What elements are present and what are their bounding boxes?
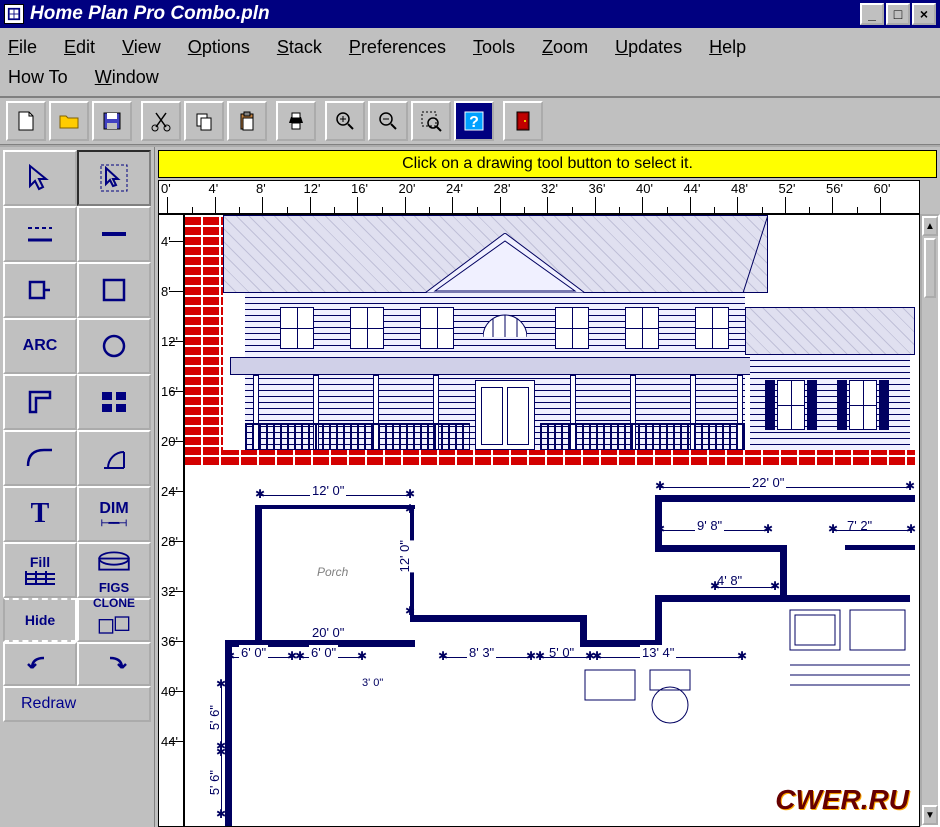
- zoom-in-button[interactable]: [325, 101, 365, 141]
- fill-tool[interactable]: Fill: [3, 542, 77, 598]
- menu-help[interactable]: Help: [709, 32, 746, 62]
- dim-6-0b: 6' 0": [309, 645, 338, 660]
- help-button[interactable]: ?: [454, 101, 494, 141]
- scroll-thumb[interactable]: [924, 238, 936, 298]
- app-icon: [4, 4, 24, 24]
- dim-8-3: 8' 3": [467, 645, 496, 660]
- hint-bar: Click on a drawing tool button to select…: [158, 150, 937, 178]
- svg-text:?: ?: [469, 114, 479, 131]
- menu-updates[interactable]: Updates: [615, 32, 682, 62]
- menu-view[interactable]: View: [122, 32, 161, 62]
- open-button[interactable]: [49, 101, 89, 141]
- menu-file[interactable]: File: [8, 32, 37, 62]
- figures-tool[interactable]: FIGS: [77, 542, 151, 598]
- menu-stack[interactable]: Stack: [277, 32, 322, 62]
- dim-label: DIM: [99, 500, 128, 518]
- canvas-area: Click on a drawing tool button to select…: [155, 147, 940, 827]
- polygon-tool[interactable]: [77, 262, 151, 318]
- horizontal-ruler: 0'4'8'12'16'20'24'28'32'36'40'44'48'52'5…: [158, 180, 920, 214]
- cut-button[interactable]: [141, 101, 181, 141]
- circle-tool[interactable]: [77, 318, 151, 374]
- curve-tool[interactable]: [3, 430, 77, 486]
- zoom-out-button[interactable]: [368, 101, 408, 141]
- window-tool[interactable]: [77, 374, 151, 430]
- drawing-canvas[interactable]: 12' 0" 12' 0" 20' 0" 9' 8" 22' 0" 4' 8" …: [184, 214, 920, 827]
- work-area: ARC T DIM⊢━━⊣ Fill FIGS Hide CLONE Redra…: [0, 145, 940, 827]
- exit-button[interactable]: [503, 101, 543, 141]
- menu-bar: File Edit View Options Stack Preferences…: [0, 28, 940, 96]
- text-tool[interactable]: T: [3, 486, 77, 542]
- minimize-button[interactable]: _: [860, 3, 884, 25]
- dim-22-0: 22' 0": [750, 475, 786, 490]
- menu-window[interactable]: Window: [95, 62, 159, 92]
- menu-edit[interactable]: Edit: [64, 32, 95, 62]
- paste-button[interactable]: [227, 101, 267, 141]
- main-toolbar: ?: [0, 96, 940, 145]
- room-porch: Porch: [315, 565, 350, 579]
- rectangle-tool[interactable]: [3, 262, 77, 318]
- fill-label: Fill: [25, 555, 55, 570]
- zoom-window-button[interactable]: [411, 101, 451, 141]
- redo-button[interactable]: [77, 642, 151, 686]
- pointer-tool[interactable]: [3, 150, 77, 206]
- window-title: Home Plan Pro Combo.pln: [30, 3, 860, 25]
- select-tool[interactable]: [77, 150, 151, 206]
- save-button[interactable]: [92, 101, 132, 141]
- maximize-button[interactable]: □: [886, 3, 910, 25]
- scroll-down-button[interactable]: ▼: [922, 805, 938, 825]
- dim-20-0: 20' 0": [310, 625, 346, 640]
- dashed-line-tool[interactable]: [3, 206, 77, 262]
- vertical-scrollbar[interactable]: ▲ ▼: [920, 214, 940, 827]
- solid-line-tool[interactable]: [77, 206, 151, 262]
- menu-howto[interactable]: How To: [8, 62, 68, 92]
- watermark: CWER.RU: [775, 784, 909, 816]
- dim-6-0a: 6' 0": [239, 645, 268, 660]
- dim-13-4: 13' 4": [640, 645, 676, 660]
- copy-button[interactable]: [184, 101, 224, 141]
- print-button[interactable]: [276, 101, 316, 141]
- menu-zoom[interactable]: Zoom: [542, 32, 588, 62]
- dim-12-0a: 12' 0": [310, 483, 346, 498]
- clone-label: CLONE: [93, 597, 135, 609]
- clone-button[interactable]: CLONE: [77, 598, 151, 642]
- floor-plan: 12' 0" 12' 0" 20' 0" 9' 8" 22' 0" 4' 8" …: [185, 485, 919, 826]
- wall-tool[interactable]: [3, 374, 77, 430]
- title-bar: Home Plan Pro Combo.pln _ □ ×: [0, 0, 940, 28]
- scroll-up-button[interactable]: ▲: [922, 216, 938, 236]
- hide-button[interactable]: Hide: [3, 598, 77, 642]
- close-button[interactable]: ×: [912, 3, 936, 25]
- dim-3-0: 3' 0": [360, 677, 385, 689]
- dimension-tool[interactable]: DIM⊢━━⊣: [77, 486, 151, 542]
- menu-options[interactable]: Options: [188, 32, 250, 62]
- menu-tools[interactable]: Tools: [473, 32, 515, 62]
- arc-tool[interactable]: ARC: [3, 318, 77, 374]
- dim-12-0b: 12' 0": [395, 540, 414, 572]
- tool-palette: ARC T DIM⊢━━⊣ Fill FIGS Hide CLONE Redra…: [0, 147, 155, 827]
- vertical-ruler: 4'8'12'16'20'24'28'32'36'40'44': [158, 214, 184, 827]
- redraw-button[interactable]: Redraw: [3, 686, 151, 722]
- new-button[interactable]: [6, 101, 46, 141]
- figs-label: FIGS: [98, 581, 130, 595]
- dim-9-8: 9' 8": [695, 518, 724, 533]
- menu-preferences[interactable]: Preferences: [349, 32, 446, 62]
- undo-button[interactable]: [3, 642, 77, 686]
- door-tool[interactable]: [77, 430, 151, 486]
